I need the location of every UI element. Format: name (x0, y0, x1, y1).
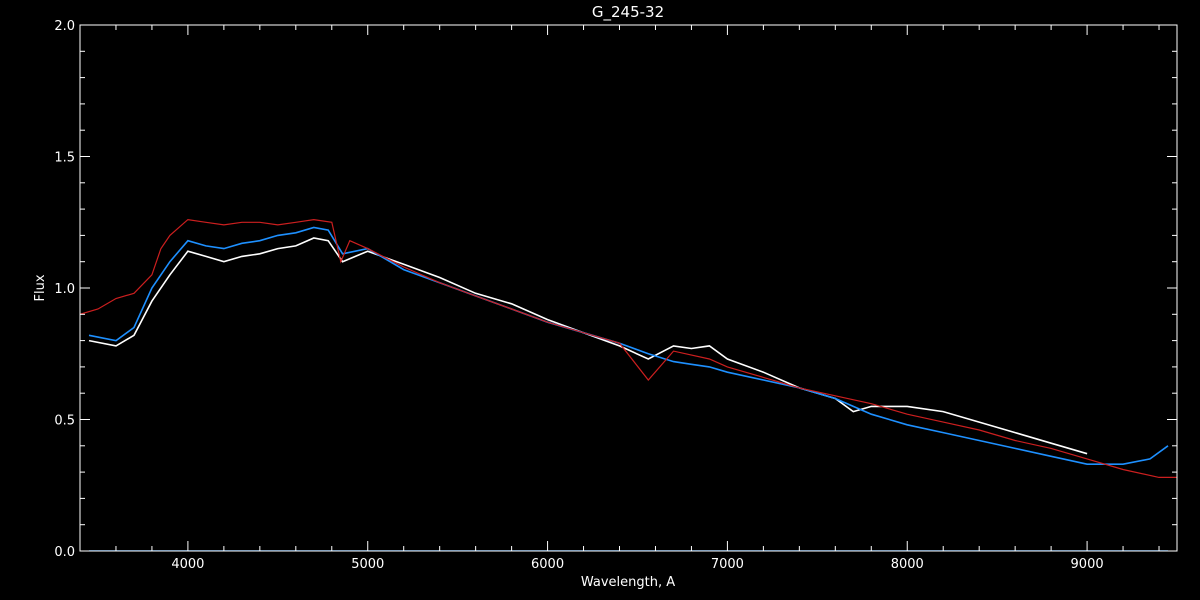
y-tick-label: 0.0 (54, 545, 75, 560)
x-tick-label: 8000 (891, 557, 924, 572)
x-tick-label: 4000 (171, 557, 204, 572)
x-tick-label: 9000 (1071, 557, 1104, 572)
x-tick-label: 7000 (711, 557, 744, 572)
spectrum-chart: G_245-32 4000 5000 6000 7000 8000 9000 0.0 0.5 1… (0, 0, 1200, 600)
x-axis-label: Wavelength, A (581, 575, 675, 590)
plot-background (0, 0, 1200, 600)
y-tick-label: 0.5 (54, 414, 75, 429)
chart-title: G_245-32 (592, 3, 664, 22)
y-tick-label: 1.0 (54, 282, 75, 297)
y-axis-label: Flux (33, 274, 48, 301)
y-tick-label: 2.0 (54, 19, 75, 34)
x-tick-label: 5000 (351, 557, 384, 572)
y-tick-label: 1.5 (54, 151, 75, 166)
x-tick-label: 6000 (531, 557, 564, 572)
